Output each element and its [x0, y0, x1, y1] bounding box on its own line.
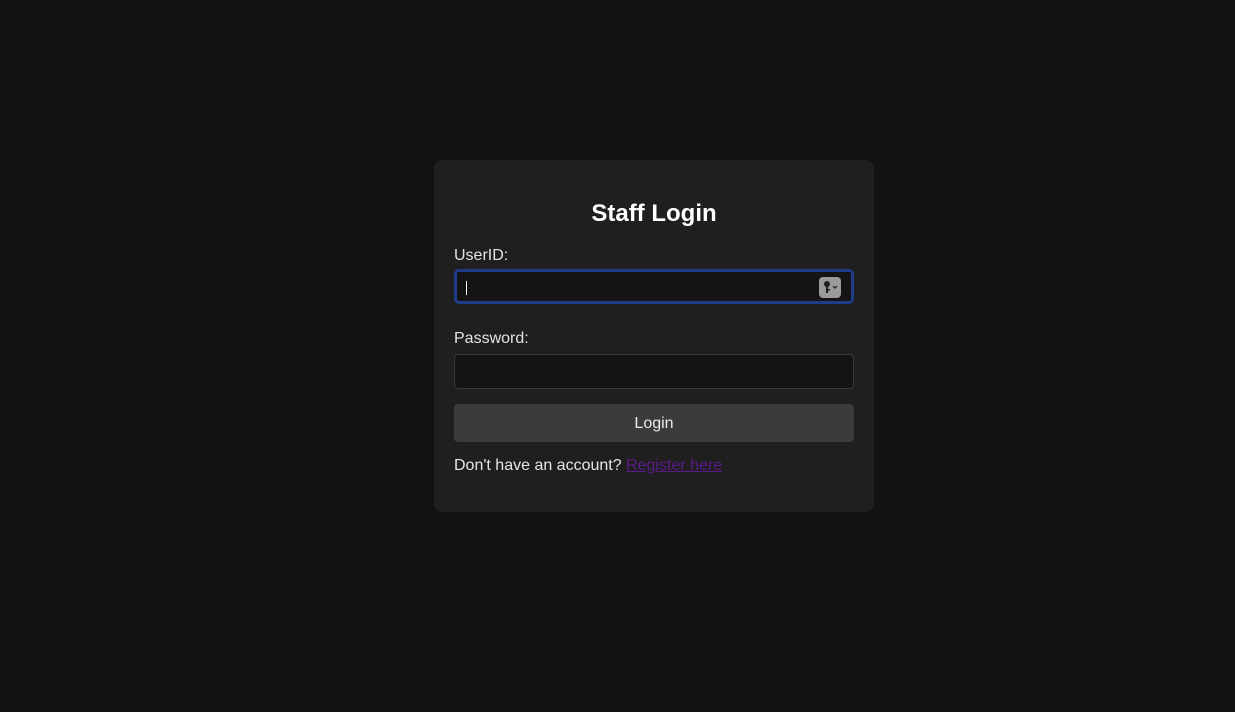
- register-prompt: Don't have an account?: [454, 457, 622, 474]
- page-title: Staff Login: [591, 200, 717, 227]
- userid-input[interactable]: [457, 272, 851, 301]
- userid-label: UserID:: [454, 247, 509, 264]
- password-input[interactable]: [455, 355, 853, 388]
- login-button[interactable]: Login: [454, 404, 854, 442]
- text-cursor: [466, 281, 467, 295]
- login-card: Staff Login UserID: Password: Login Don'…: [434, 160, 874, 512]
- password-label: Password:: [454, 330, 529, 347]
- key-icon[interactable]: [819, 277, 841, 298]
- register-line: Don't have an account? Register here: [454, 456, 722, 476]
- register-link[interactable]: Register here: [626, 457, 722, 474]
- userid-field-wrapper: [454, 269, 854, 304]
- password-field-wrapper: [454, 354, 854, 389]
